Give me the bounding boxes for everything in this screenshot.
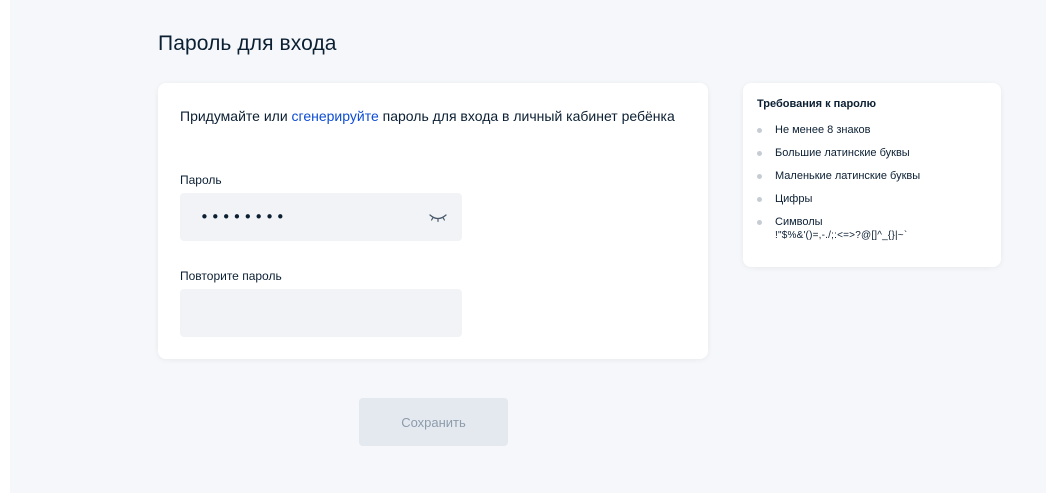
requirement-item: Маленькие латинские буквы [757,169,993,183]
password-field [180,193,462,241]
repeat-password-field [180,289,462,337]
intro-text-after: пароль для входа в личный кабинет ребёнк… [378,108,675,124]
page-background: Пароль для входа Придумайте или сгенерир… [10,0,1046,493]
repeat-password-input[interactable] [180,289,420,337]
requirement-item: Цифры [757,192,993,206]
password-form-card: Придумайте или сгенерируйте пароль для в… [158,83,708,359]
requirement-item: Не менее 8 знаков [757,123,993,137]
requirement-label: Большие латинские буквы [775,147,910,159]
requirement-label: Цифры [775,193,813,205]
password-requirements-panel: Требования к паролю Не менее 8 знаков Бо… [743,83,1001,267]
requirement-symbols: !"$%&'()=,-./;:<=>?@[]^_{}|~` [775,230,908,241]
bullet-icon [757,174,762,179]
requirements-title: Требования к паролю [757,98,876,110]
page-title: Пароль для входа [158,32,337,55]
requirement-item: Большие латинские буквы [757,146,993,160]
repeat-password-label: Повторите пароль [180,269,282,283]
bullet-icon [757,197,762,202]
intro-text-before: Придумайте или [180,108,292,124]
password-label: Пароль [180,173,222,187]
generate-password-link[interactable]: сгенерируйте [292,108,379,124]
requirement-item: Символы !"$%&'()=,-./;:<=>?@[]^_{}|~` [757,215,993,243]
password-input[interactable] [180,193,420,241]
bullet-icon [757,151,762,156]
requirements-list: Не менее 8 знаков Большие латинские букв… [757,123,993,252]
form-intro: Придумайте или сгенерируйте пароль для в… [180,105,680,128]
bullet-icon [757,128,762,133]
requirement-label: Маленькие латинские буквы [775,170,921,182]
bullet-icon [757,220,762,225]
save-button[interactable]: Сохранить [359,398,508,446]
requirement-label: Не менее 8 знаков [775,124,871,136]
requirement-label: Символы [775,216,823,228]
eye-closed-icon[interactable] [428,209,448,225]
